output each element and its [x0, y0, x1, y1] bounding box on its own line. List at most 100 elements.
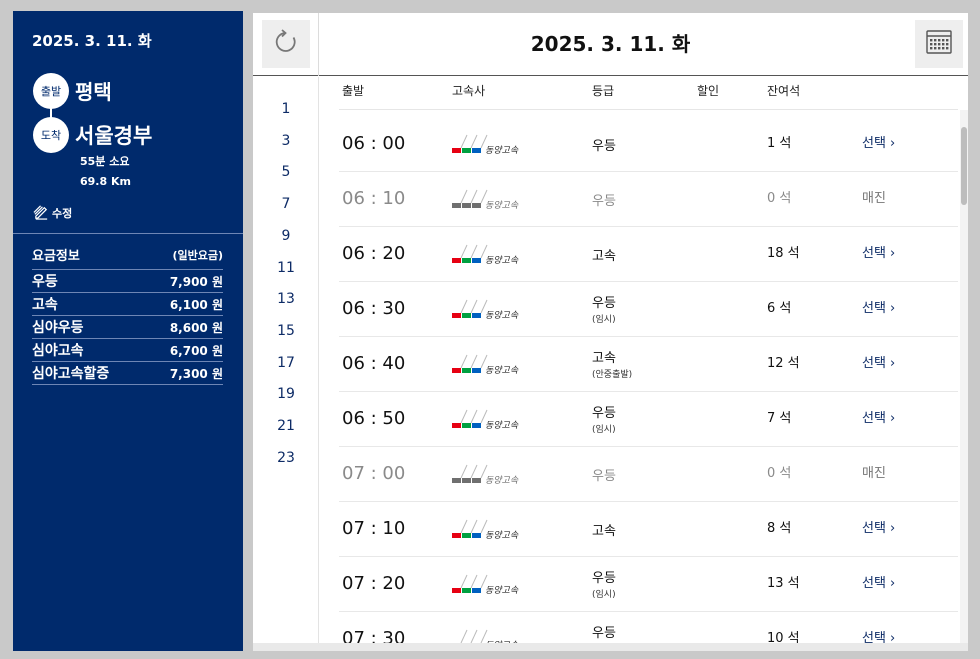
bus-company-logo: 동양고속: [452, 243, 532, 265]
fare-list: 우등 7,900 원 고속 6,100 원 심야우등 8,600 원 심야고속 6,700 원…: [32, 270, 223, 385]
bus-company-logo: 동양고속: [452, 133, 532, 155]
selected-date: 2025. 3. 11. 화: [530, 32, 691, 56]
hour-link-23[interactable]: 23: [253, 443, 319, 473]
fare-price: 6,700 원: [169, 343, 223, 358]
hour-link-19[interactable]: 19: [253, 379, 319, 409]
fare-grade: 심야우등: [32, 320, 84, 336]
remaining-seats: 18 석: [767, 246, 800, 261]
edit-route-button[interactable]: 수정: [33, 203, 72, 223]
bus-company-name: 동양고속: [485, 365, 519, 375]
scrollbar-thumb[interactable]: [961, 127, 967, 205]
departure-row: 06 : 30 동양고속 (임시) 우등 6 석 선택 ›: [339, 282, 958, 337]
select-button[interactable]: 선택 ›: [862, 557, 895, 611]
bus-grade: 우등: [592, 626, 616, 641]
refresh-icon: [272, 28, 300, 60]
departure-time: 06 : 30: [342, 298, 406, 319]
fare-grade: 심야고속할증: [32, 366, 110, 382]
departure-row: 06 : 50 동양고속 (임시) 우등 7 석 선택 ›: [339, 392, 958, 447]
bus-company-logo: 동양고속: [452, 353, 532, 375]
hour-link-21[interactable]: 21: [253, 411, 319, 441]
bus-company-name: 동양고속: [485, 145, 519, 155]
hour-link-9[interactable]: 9: [253, 221, 319, 251]
select-button[interactable]: 선택 ›: [862, 502, 895, 556]
bus-company-name: 동양고속: [485, 420, 519, 430]
calendar-icon: [925, 28, 953, 60]
bus-grade: 우등: [592, 139, 616, 154]
select-button[interactable]: 선택 ›: [862, 117, 895, 171]
remaining-seats: 1 석: [767, 136, 792, 151]
hour-jump-list: 1 3 5 7 9 11 13 15 17 19 21 23: [253, 77, 319, 651]
hour-link-11[interactable]: 11: [253, 253, 319, 283]
column-header-5: 잔여석: [767, 84, 801, 98]
fare-grade: 우등: [32, 274, 58, 290]
departure-time: 06 : 10: [342, 188, 406, 209]
departure-row: 06 : 20 동양고속 고속 18 석 선택 ›: [339, 227, 958, 282]
fare-info-title: 요금정보: [32, 249, 80, 264]
departure-row: 06 : 00 동양고속 우등 1 석 선택 ›: [339, 117, 958, 172]
sold-out-label: 매진: [862, 191, 886, 206]
hour-link-5[interactable]: 5: [253, 157, 319, 187]
bus-company-logo: 동양고속: [452, 573, 532, 595]
arrival-terminal: 서울경부: [75, 124, 153, 148]
bus-company-logo: 동양고속: [452, 518, 532, 540]
hour-link-15[interactable]: 15: [253, 316, 319, 346]
bus-company-logo: 동양고속: [452, 408, 532, 430]
calendar-button[interactable]: [915, 20, 963, 68]
remaining-seats: 8 석: [767, 521, 792, 536]
departure-row: 07 : 10 동양고속 고속 8 석 선택 ›: [339, 502, 958, 557]
departure-time: 06 : 00: [342, 133, 406, 154]
departure-time: 07 : 00: [342, 463, 406, 484]
departure-time: 06 : 50: [342, 408, 406, 429]
fare-price: 7,300 원: [169, 366, 223, 381]
bus-company-logo: 동양고속: [452, 188, 532, 210]
bus-company-name: 동양고속: [485, 200, 519, 210]
bus-grade: 고속: [592, 524, 616, 539]
fare-type-note: (일반요금): [172, 249, 223, 262]
bus-grade: 우등: [592, 296, 616, 311]
fare-info-header: 요금정보 (일반요금): [32, 245, 223, 270]
remaining-seats: 12 석: [767, 356, 800, 371]
fare-row: 우등 7,900 원: [32, 270, 223, 293]
fare-row: 심야우등 8,600 원: [32, 316, 223, 339]
hour-link-17[interactable]: 17: [253, 348, 319, 378]
select-button[interactable]: 선택 ›: [862, 282, 895, 336]
fare-price: 8,600 원: [169, 320, 223, 335]
hour-link-13[interactable]: 13: [253, 284, 319, 314]
departure-row: 07 : 00 동양고속 우등 0 석 매진: [339, 447, 958, 502]
remaining-seats: 0 석: [767, 191, 792, 206]
bus-grade: 우등: [592, 406, 616, 421]
remaining-seats: 7 석: [767, 411, 792, 426]
pencil-icon: [33, 203, 50, 223]
trip-distance: 69.8 Km: [80, 175, 131, 188]
departure-row: 06 : 40 동양고속 (안중출발) 고속 12 석 선택 ›: [339, 337, 958, 392]
select-button[interactable]: 선택 ›: [862, 337, 895, 391]
timetable-panel: 2025. 3. 11. 화 1 3 5 7 9 11 13 15 17 19 …: [253, 13, 968, 651]
departure-list: 06 : 00 동양고속 우등 1 석 선택 › 06 : 10 동양고속 우등 0 석 매진 06…: [339, 117, 958, 651]
remaining-seats: 6 석: [767, 301, 792, 316]
panel-divider: [13, 233, 243, 234]
bus-company-name: 동양고속: [485, 585, 519, 595]
grade-note: (안중출발): [592, 370, 633, 380]
hour-link-1[interactable]: 1: [253, 94, 319, 124]
route-summary-panel: 2025. 3. 11. 화 출발 평택 도착 서울경부 55분 소요 69.8…: [13, 11, 243, 651]
select-button[interactable]: 선택 ›: [862, 227, 895, 281]
departure-time: 07 : 20: [342, 573, 406, 594]
fare-grade: 고속: [32, 297, 58, 313]
fare-grade: 심야고속: [32, 343, 84, 359]
hour-link-7[interactable]: 7: [253, 189, 319, 219]
summary-date: 2025. 3. 11. 화: [32, 32, 152, 50]
edit-label: 수정: [52, 207, 73, 220]
bus-grade: 고속: [592, 351, 616, 366]
column-header-4: 할인: [697, 84, 720, 98]
fare-price: 7,900 원: [169, 274, 223, 289]
fare-row: 심야고속 6,700 원: [32, 339, 223, 362]
grade-note: (임시): [592, 590, 616, 600]
refresh-button[interactable]: [262, 20, 310, 68]
select-button[interactable]: 선택 ›: [862, 392, 895, 446]
hour-link-3[interactable]: 3: [253, 126, 319, 156]
column-header-3: 등급: [592, 84, 615, 98]
bus-grade: 우등: [592, 469, 616, 484]
sold-out-label: 매진: [862, 466, 886, 481]
horizontal-scrollbar[interactable]: [253, 643, 968, 651]
departure-time: 06 : 20: [342, 243, 406, 264]
